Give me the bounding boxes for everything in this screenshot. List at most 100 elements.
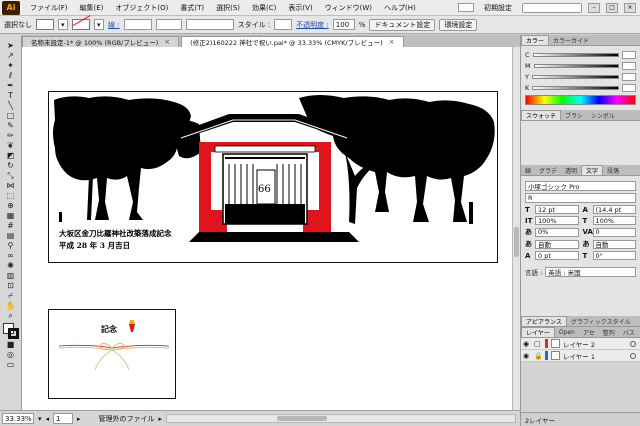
k-value[interactable] — [622, 83, 636, 92]
preferences-button[interactable]: 環境設定 — [439, 18, 478, 31]
tab-paragraph[interactable]: 段落 — [603, 165, 623, 175]
lasso-tool-icon[interactable]: ℓ — [3, 71, 19, 80]
baseline-shift-field[interactable]: 0 pt — [535, 251, 579, 260]
tab-stroke[interactable]: 線 — [521, 165, 535, 175]
blend-tool-icon[interactable]: ∞ — [3, 251, 19, 260]
close-icon[interactable]: × — [164, 38, 170, 46]
menu-file[interactable]: ファイル(F) — [24, 3, 74, 13]
variable-width-dropdown[interactable] — [155, 19, 182, 30]
slice-tool-icon[interactable]: ⌿ — [3, 291, 19, 300]
style-dropdown[interactable] — [274, 19, 293, 30]
lock-icon[interactable]: ▢ — [534, 340, 542, 348]
language-dropdown[interactable]: 英語 : 米国 — [545, 266, 636, 277]
stroke-link[interactable]: 線 : — [108, 20, 120, 30]
menu-help[interactable]: ヘルプ(H) — [378, 3, 422, 13]
tab-symbols[interactable]: シンボル — [587, 110, 619, 120]
maximize-button[interactable]: □ — [606, 2, 618, 13]
stroke-swatch[interactable] — [72, 15, 91, 30]
layer-name[interactable]: レイヤー 2 — [563, 339, 595, 349]
artboard-shrine[interactable]: 66 大坂区金刀比羅神社改築落成記念 平成 28 年 3 月吉日 — [48, 91, 498, 263]
stroke-dropdown[interactable]: ▾ — [94, 19, 104, 30]
document-tab-1[interactable]: 名称未設定-1* @ 100% (RGB/プレビュー) × — [22, 36, 180, 47]
close-button[interactable]: × — [624, 2, 636, 13]
fill-swatch[interactable] — [36, 19, 54, 30]
next-artboard-icon[interactable]: ▸ — [77, 415, 81, 423]
tab-gradient[interactable]: グラデ — [535, 165, 561, 175]
close-icon[interactable]: × — [389, 38, 395, 46]
gradient-tool-icon[interactable]: ▤ — [3, 231, 19, 240]
menu-effect[interactable]: 効果(C) — [246, 3, 282, 13]
tab-color-guide[interactable]: カラーガイド — [549, 35, 593, 45]
minimize-button[interactable]: – — [588, 2, 600, 13]
direct-selection-tool-icon[interactable]: ↗ — [3, 51, 19, 60]
m-slider[interactable] — [533, 63, 619, 68]
tab-layers[interactable]: レイヤー — [521, 327, 555, 337]
pen-tool-icon[interactable]: ✒ — [3, 81, 19, 90]
free-transform-tool-icon[interactable]: ⬚ — [3, 191, 19, 200]
vertical-scale-field[interactable]: 100% — [535, 216, 579, 225]
canvas-area[interactable]: 66 大坂区金刀比羅神社改築落成記念 平成 28 年 3 月吉日 記念 — [22, 47, 520, 410]
tab-pathfinder[interactable]: パス — [619, 327, 639, 337]
color-mode-icon[interactable]: ■ — [3, 340, 19, 349]
artboard-noshi[interactable]: 記念 — [48, 309, 176, 399]
eye-icon[interactable]: ◉ — [523, 340, 531, 348]
tab-appearance[interactable]: アピアランス — [521, 316, 567, 326]
blob-brush-tool-icon[interactable]: ❦ — [3, 141, 19, 150]
shape-builder-tool-icon[interactable]: ⊕ — [3, 201, 19, 210]
brush-dropdown[interactable] — [185, 19, 234, 30]
tab-assets[interactable]: アセ — [579, 327, 599, 337]
screen-mode-icon[interactable]: ▭ — [3, 360, 19, 369]
tsume-field[interactable]: 0% — [535, 227, 579, 237]
aki-left-field[interactable]: 自動 — [535, 239, 579, 249]
tab-open[interactable]: Open — [555, 327, 579, 337]
paintbrush-tool-icon[interactable]: ✎ — [3, 121, 19, 130]
symbol-sprayer-tool-icon[interactable]: ✺ — [3, 261, 19, 270]
status-menu-icon[interactable]: ▸ — [159, 415, 163, 423]
opacity-input[interactable]: 100 — [332, 19, 355, 30]
pencil-tool-icon[interactable]: ✏ — [3, 131, 19, 140]
menu-view[interactable]: 表示(V) — [282, 3, 318, 13]
eyedropper-tool-icon[interactable]: ⚲ — [3, 241, 19, 250]
tab-align[interactable]: 整列 — [599, 327, 619, 337]
leading-field[interactable]: (14.4 pt — [592, 205, 636, 214]
document-tab-2[interactable]: (修正2)160222 神社で祝い.pai* @ 33.33% (CMYK/プレ… — [181, 36, 404, 47]
type-tool-icon[interactable]: T — [3, 91, 19, 100]
width-tool-icon[interactable]: ⋈ — [3, 181, 19, 190]
y-slider[interactable] — [531, 74, 619, 79]
horizontal-scale-field[interactable]: 100% — [592, 216, 636, 225]
vertical-scrollbar[interactable] — [512, 47, 520, 410]
layer-row[interactable]: ◉ ▢ レイヤー 2 — [521, 338, 640, 350]
mesh-tool-icon[interactable]: # — [3, 221, 19, 230]
menu-select[interactable]: 選択(S) — [210, 3, 246, 13]
draw-mode-icon[interactable]: ◎ — [3, 350, 19, 359]
perspective-grid-tool-icon[interactable]: ▦ — [3, 211, 19, 220]
menu-window[interactable]: ウィンドウ(W) — [319, 3, 378, 13]
eye-icon[interactable]: ◉ — [523, 352, 531, 360]
layer-row[interactable]: ◉ 🔒 レイヤー 1 — [521, 350, 640, 362]
search-input[interactable] — [522, 2, 582, 13]
fill-dropdown[interactable]: ▾ — [58, 19, 68, 30]
selection-tool-icon[interactable]: ➤ — [3, 41, 19, 50]
tab-brushes[interactable]: ブラシ — [561, 110, 587, 120]
rectangle-tool-icon[interactable]: □ — [3, 111, 19, 120]
lock-icon[interactable]: 🔒 — [534, 352, 543, 360]
menu-type[interactable]: 書式(T) — [174, 3, 210, 13]
aki-right-field[interactable]: 自動 — [592, 239, 636, 249]
c-slider[interactable] — [532, 52, 619, 57]
layer-target-icon[interactable] — [630, 340, 636, 347]
rotate-tool-icon[interactable]: ↻ — [3, 161, 19, 170]
rotation-field[interactable]: 0° — [592, 251, 636, 260]
menu-edit[interactable]: 編集(E) — [74, 3, 110, 13]
prev-artboard-icon[interactable]: ◂ — [46, 415, 50, 423]
tab-graphic-styles[interactable]: グラフィックスタイル — [567, 316, 635, 326]
stroke-color-icon[interactable] — [7, 328, 19, 339]
c-value[interactable] — [622, 50, 636, 59]
zoom-level-field[interactable]: 33.33% — [2, 413, 34, 424]
font-family-field[interactable]: 小塚ゴシック Pro — [525, 181, 636, 191]
m-value[interactable] — [622, 61, 636, 70]
hand-tool-icon[interactable]: ✋ — [3, 301, 19, 310]
magic-wand-tool-icon[interactable]: ✦ — [3, 61, 19, 70]
stroke-weight-field[interactable] — [123, 19, 152, 30]
line-tool-icon[interactable]: ╲ — [3, 101, 19, 110]
zoom-tool-icon[interactable]: ⌕ — [3, 311, 19, 320]
